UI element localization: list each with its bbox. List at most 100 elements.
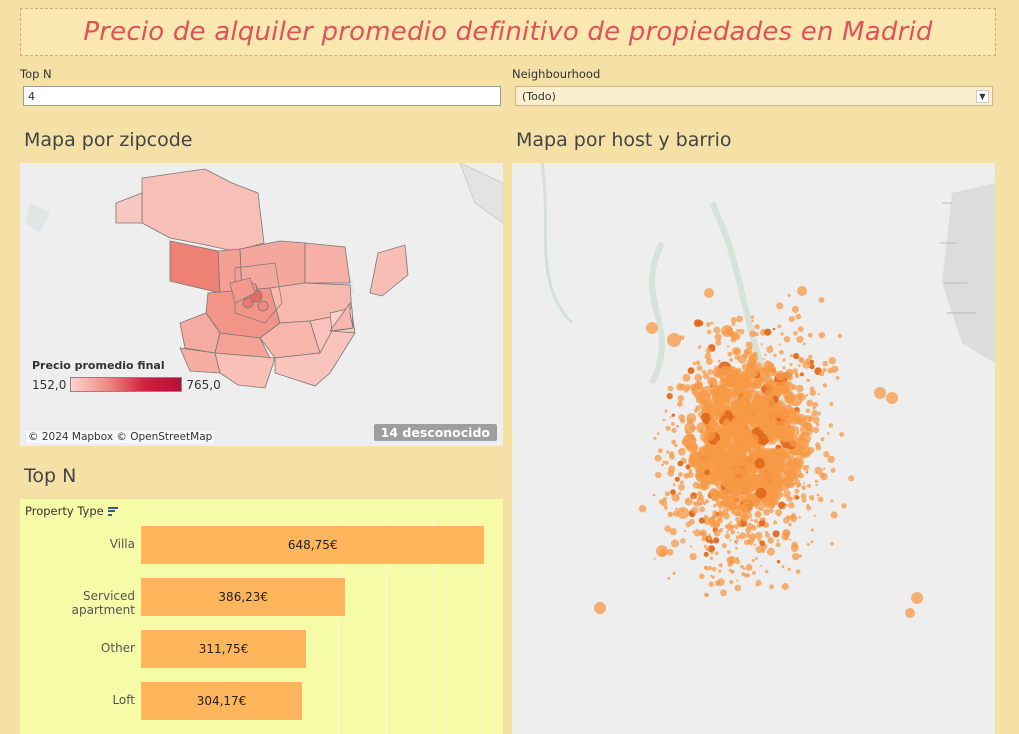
listing-dot[interactable] [672,571,676,575]
listing-dot[interactable] [830,541,834,546]
listing-dot[interactable] [754,332,759,337]
listing-dot[interactable] [691,506,699,514]
listing-dot[interactable] [686,418,694,425]
listing-dot[interactable] [689,545,693,548]
listing-dot[interactable] [795,313,802,320]
neighbourhood-dropdown[interactable]: (Todo) ▼ [515,86,993,106]
listing-dot[interactable] [766,487,771,493]
listing-dot[interactable] [755,487,767,499]
listing-dot[interactable] [730,486,743,499]
listing-dot[interactable] [708,456,718,465]
listing-dot[interactable] [695,467,702,474]
listing-dot[interactable] [662,418,666,422]
listing-dot[interactable] [734,546,738,550]
listing-dot[interactable] [726,345,730,348]
listing-dot[interactable] [687,367,695,375]
listing-dot[interactable] [760,508,764,511]
listing-dot[interactable] [773,461,784,472]
listing-dot[interactable] [750,518,753,522]
listing-dot[interactable] [710,321,714,325]
listing-dot[interactable] [767,393,774,400]
listing-dot[interactable] [798,472,804,479]
listing-dot[interactable] [677,491,682,495]
listing-dot[interactable] [730,524,735,530]
listing-dot[interactable] [721,377,732,388]
listing-dot[interactable] [676,425,679,428]
listing-dot[interactable] [803,482,806,485]
listing-dot[interactable] [764,569,769,574]
listing-dot[interactable] [677,460,684,467]
listing-dot[interactable] [785,470,796,481]
listing-dot[interactable] [731,570,735,574]
listing-dot[interactable] [874,387,886,399]
listing-dot[interactable] [802,360,811,369]
listing-dot[interactable] [791,552,800,561]
chevron-down-icon[interactable]: ▼ [976,90,989,103]
listing-dot[interactable] [735,556,739,560]
listing-dot[interactable] [773,353,777,358]
listing-dot[interactable] [736,520,742,526]
listing-dot[interactable] [699,506,705,513]
listing-dot[interactable] [781,582,789,591]
listing-dot[interactable] [782,529,790,537]
listing-dot[interactable] [829,402,834,407]
host-map[interactable] [512,163,995,734]
listing-dot[interactable] [715,339,722,346]
listing-dot[interactable] [795,495,800,500]
listing-dot[interactable] [734,388,741,395]
listing-dot[interactable] [797,326,804,333]
listing-dot[interactable] [723,503,729,509]
listing-dot[interactable] [837,333,842,338]
listing-dot[interactable] [696,454,702,461]
listing-dot[interactable] [786,434,793,441]
listing-dot[interactable] [815,442,821,448]
listing-dot[interactable] [812,416,820,424]
zip-region[interactable] [214,352,276,389]
listing-dot[interactable] [750,417,758,425]
listing-dot[interactable] [684,497,693,506]
listing-dot[interactable] [763,456,774,466]
listing-dot[interactable] [758,519,766,527]
listing-dot[interactable] [783,517,790,524]
listing-dot[interactable] [790,515,795,520]
listing-dot[interactable] [731,417,739,424]
listing-dot[interactable] [698,381,703,387]
listing-dot[interactable] [827,455,835,464]
listing-dot[interactable] [785,368,794,377]
listing-dot[interactable] [671,539,679,548]
zip-region[interactable] [304,242,351,284]
listing-dot[interactable] [701,536,706,542]
listing-dot[interactable] [714,365,719,371]
listing-dot[interactable] [678,483,685,491]
listing-dot[interactable] [782,366,786,370]
listing-dot[interactable] [791,305,799,313]
listing-dot[interactable] [759,452,764,457]
listing-dot[interactable] [788,522,792,527]
listing-dot[interactable] [696,365,703,371]
listing-dot[interactable] [698,502,702,506]
listing-dot[interactable] [809,389,816,396]
listing-dot[interactable] [678,447,686,456]
listing-dot[interactable] [740,509,744,513]
listing-dot[interactable] [766,345,774,354]
listing-dot[interactable] [700,529,707,537]
listing-dot[interactable] [695,405,701,411]
listing-dot[interactable] [760,343,763,346]
listing-dot[interactable] [710,477,717,484]
listing-dot[interactable] [760,564,763,567]
listing-dot[interactable] [783,336,791,343]
listing-dot[interactable] [707,565,712,571]
listing-dot[interactable] [735,542,738,545]
listing-dot[interactable] [817,496,824,503]
zip-map[interactable]: Precio promedio final 152,0 765,0 © 2024… [20,163,503,446]
map-attribution[interactable]: © 2024 Mapbox © OpenStreetMap [26,431,215,443]
listing-dot[interactable] [764,328,772,336]
listing-dot[interactable] [718,563,723,568]
listing-dot[interactable] [810,540,814,544]
listing-dot[interactable] [754,458,766,469]
listing-dot[interactable] [752,395,768,411]
listing-dot[interactable] [806,399,814,407]
listing-dot[interactable] [748,372,755,379]
listing-dot[interactable] [751,524,757,531]
listing-dot[interactable] [769,584,774,590]
